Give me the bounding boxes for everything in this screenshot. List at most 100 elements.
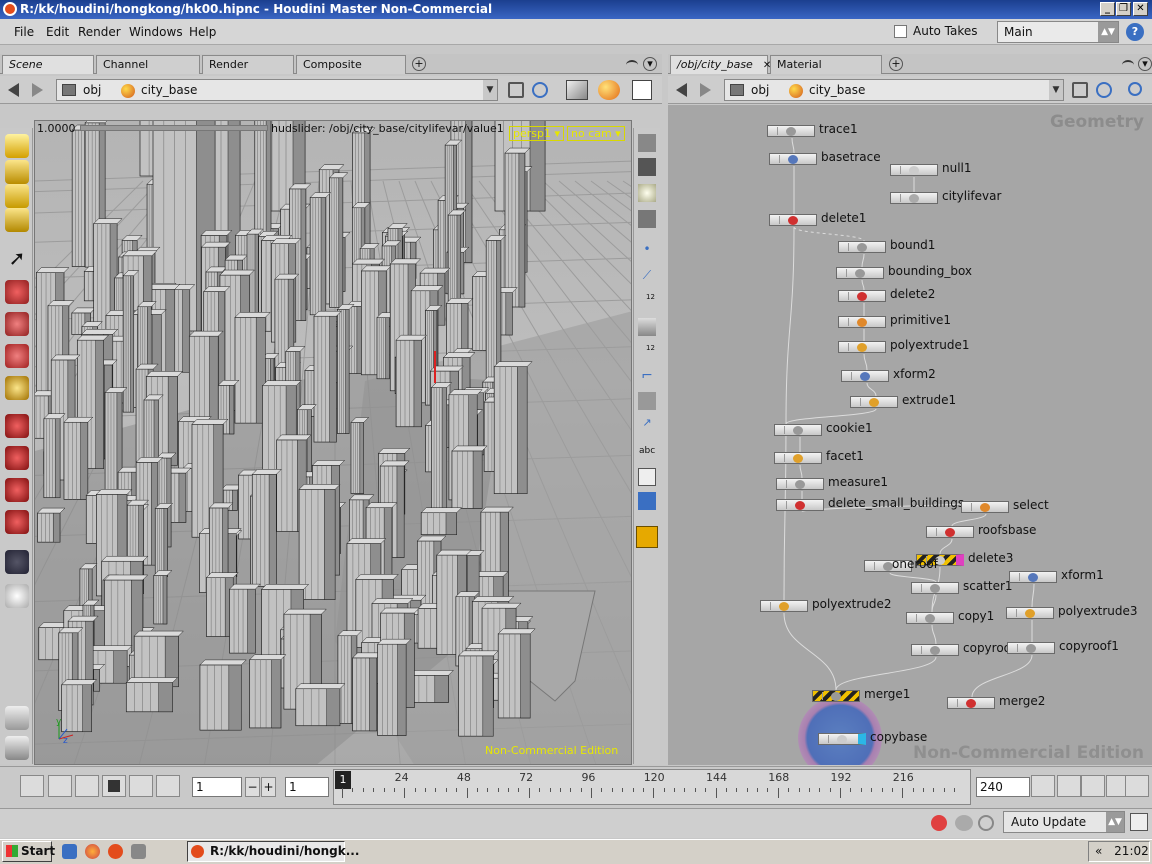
global-animation-icon[interactable]: [1125, 775, 1149, 797]
key-icon[interactable]: [1031, 775, 1055, 797]
search-icon[interactable]: [1128, 82, 1142, 96]
point-icon[interactable]: •: [638, 242, 656, 260]
node-flag[interactable]: [895, 166, 901, 174]
node-flag[interactable]: [774, 155, 780, 163]
node-flag[interactable]: [1014, 573, 1020, 581]
scale-tool-icon[interactable]: [5, 344, 29, 368]
maximize-button[interactable]: ❐: [1116, 2, 1131, 16]
node-flag[interactable]: [774, 216, 780, 224]
light-icon[interactable]: [638, 184, 656, 202]
scene-viewport[interactable]: 1.0000 hudslider: /obj/city_base/citylif…: [34, 120, 632, 765]
minimize-button[interactable]: _: [1100, 2, 1115, 16]
node-flag[interactable]: [855, 398, 861, 406]
curve-icon[interactable]: ⌐: [638, 368, 656, 386]
decrement-frame-button[interactable]: −: [245, 777, 260, 797]
current-frame-field[interactable]: 1: [192, 777, 242, 797]
path-city-base[interactable]: city_base: [141, 83, 197, 97]
path-obj[interactable]: obj: [751, 83, 769, 97]
playhead[interactable]: 1: [335, 771, 351, 789]
auto-update-select[interactable]: Auto Update ▲▼: [1003, 811, 1125, 833]
node-label[interactable]: measure1: [828, 475, 888, 489]
refresh-icon[interactable]: [978, 815, 994, 831]
stamp-tool-icon[interactable]: [5, 208, 29, 232]
node-copy1[interactable]: [906, 612, 954, 624]
ie-icon[interactable]: [62, 844, 77, 859]
handle-tool-icon[interactable]: [5, 550, 29, 574]
back-arrow-icon[interactable]: [676, 83, 687, 97]
magnet-rotate-icon[interactable]: [5, 446, 29, 470]
node-label[interactable]: scatter1: [963, 579, 1013, 593]
desktop-select[interactable]: Main ▲▼: [997, 21, 1119, 43]
translate-tool-icon[interactable]: [5, 280, 29, 304]
node-select[interactable]: [961, 501, 1009, 513]
node-flag[interactable]: [952, 699, 958, 707]
node-facet1[interactable]: [774, 452, 822, 464]
node-label[interactable]: cookie1: [826, 421, 873, 435]
eye-icon[interactable]: [638, 210, 656, 228]
node-label[interactable]: copyroof1: [1059, 639, 1119, 653]
node-citylifevar[interactable]: [890, 192, 938, 204]
brush-tool-icon[interactable]: [5, 134, 29, 158]
node-flag[interactable]: [895, 194, 901, 202]
zoom-frame-icon[interactable]: [638, 392, 656, 410]
node-extrude1[interactable]: [850, 396, 898, 408]
menu-edit[interactable]: Edit: [46, 25, 69, 39]
tab-render-view[interactable]: Render View✕: [202, 55, 294, 89]
tab-composite-view[interactable]: Composite View✕: [296, 55, 406, 89]
node-label[interactable]: null1: [942, 161, 972, 175]
node-bounding-box[interactable]: [836, 267, 884, 279]
node-bound1[interactable]: [838, 241, 886, 253]
view-tool-icon[interactable]: [5, 584, 29, 608]
paint-tool-icon[interactable]: [5, 160, 29, 184]
node-flag[interactable]: [772, 127, 778, 135]
node-primitive1[interactable]: [838, 316, 886, 328]
jump-end-icon[interactable]: [156, 775, 180, 797]
path-obj[interactable]: obj: [83, 83, 101, 97]
node-measure1[interactable]: [776, 478, 824, 490]
start-button[interactable]: Start: [2, 841, 55, 862]
node-flag[interactable]: [916, 584, 922, 592]
pivot-tool-icon[interactable]: [5, 376, 29, 400]
node-label[interactable]: roofsbase: [978, 523, 1036, 537]
tab-network-city-base[interactable]: /obj/city_base ✕: [670, 55, 771, 74]
node-flag[interactable]: [817, 692, 823, 700]
node-merge2[interactable]: [947, 697, 995, 709]
maximize-pane-icon[interactable]: [626, 60, 638, 70]
node-label[interactable]: polyextrude3: [1058, 604, 1138, 618]
eraser-tool-icon[interactable]: [5, 706, 29, 730]
node-label[interactable]: copy1: [958, 609, 994, 623]
node-label[interactable]: copybase: [870, 730, 927, 744]
menu-render[interactable]: Render: [78, 25, 121, 39]
timeline-ruler[interactable]: 1 24 48 72 96 120 144 168 192 216: [333, 769, 971, 805]
auto-takes-checkbox[interactable]: [894, 25, 907, 38]
rotate-tool-icon[interactable]: [5, 312, 29, 336]
node-copyroof[interactable]: [911, 644, 959, 656]
node-label[interactable]: citylifevar: [942, 189, 1001, 203]
node-flag[interactable]: [781, 480, 787, 488]
snap-tool-icon[interactable]: [5, 736, 29, 760]
node-flag[interactable]: [966, 503, 972, 511]
node-delete1[interactable]: [769, 214, 817, 226]
node-label[interactable]: delete_small_buildings: [828, 496, 964, 510]
node-polyextrude2[interactable]: [760, 600, 808, 612]
cam-option-menu[interactable]: no cam ▾: [567, 126, 625, 141]
play-icon[interactable]: [129, 775, 153, 797]
node-flag[interactable]: [846, 372, 852, 380]
loop-icon[interactable]: [1081, 775, 1105, 797]
shading-icon[interactable]: [598, 80, 620, 100]
app-quicklaunch-icon[interactable]: [131, 844, 146, 859]
node-label[interactable]: delete2: [890, 287, 935, 301]
chevron-down-icon[interactable]: ▼: [1049, 80, 1063, 100]
node-label[interactable]: delete1: [821, 211, 866, 225]
comment-icon[interactable]: [638, 468, 656, 486]
node-label[interactable]: extrude1: [902, 393, 956, 407]
node-delete-small-buildings[interactable]: [776, 499, 824, 511]
node-flag[interactable]: [841, 269, 847, 277]
node-label[interactable]: merge2: [999, 694, 1045, 708]
firefox-icon[interactable]: [85, 844, 100, 859]
menu-help[interactable]: Help: [189, 25, 216, 39]
node-trace1[interactable]: [767, 125, 815, 137]
step-back-icon[interactable]: [48, 775, 72, 797]
close-button[interactable]: ✕: [1133, 2, 1148, 16]
jump-start-icon[interactable]: [20, 775, 44, 797]
